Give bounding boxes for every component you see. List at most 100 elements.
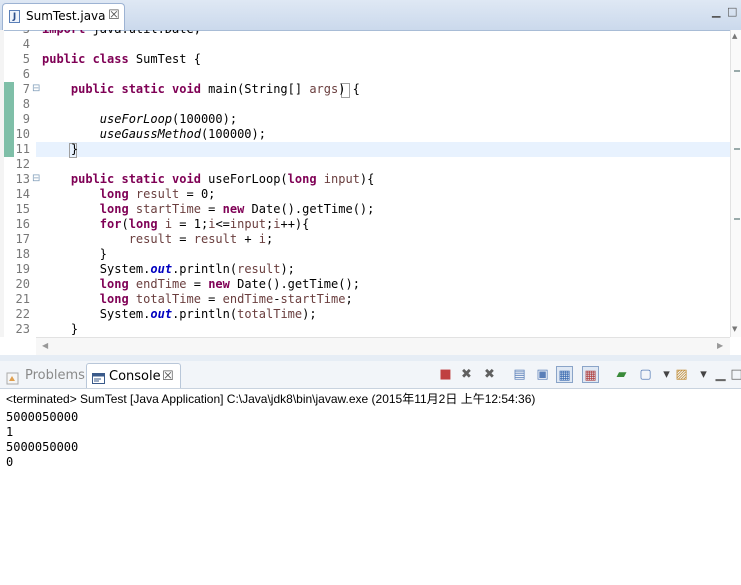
maximize-view-icon[interactable]: □ — [728, 366, 741, 383]
close-icon[interactable]: ☒ — [108, 8, 120, 23]
console-icon — [92, 369, 105, 384]
console-output[interactable]: 5000050000 1 5000050000 0 — [6, 410, 78, 470]
terminate-icon[interactable]: ■ — [437, 366, 454, 383]
code-token: long — [99, 292, 136, 306]
code-token: <= — [215, 217, 230, 231]
code-line[interactable]: } — [42, 322, 78, 337]
tab-console[interactable]: Console ☒ — [86, 363, 181, 388]
line-number: 6 — [22, 67, 30, 81]
code-token: .println( — [172, 262, 238, 276]
remove-launch-icon[interactable]: ✖ — [458, 366, 475, 383]
minimize-view-icon[interactable]: ▁ — [712, 366, 729, 383]
line-number: 10 — [15, 127, 30, 141]
code-line[interactable]: public static void useForLoop(long input… — [42, 172, 374, 187]
clear-console-icon[interactable]: ▤ — [511, 366, 528, 383]
remove-all-terminated-icon[interactable]: ✖ — [481, 366, 498, 383]
code-token: } — [42, 322, 79, 336]
open-console-icon[interactable]: ▨ — [673, 366, 690, 383]
scroll-left-icon[interactable]: ◀ — [42, 341, 48, 350]
scroll-right-icon[interactable]: ▶ — [717, 341, 723, 350]
java-editor[interactable]: J SumTest.java ☒ ▁ □ 34567⊟8910111213⊟14… — [0, 0, 741, 356]
line-number: 16 — [15, 217, 30, 231]
code-token: long — [128, 217, 165, 231]
code-token: = — [200, 292, 223, 306]
open-console-dropdown-icon[interactable]: ▾ — [695, 366, 712, 383]
code-token: = — [200, 202, 223, 216]
display-selected-console-icon[interactable]: ▢ — [637, 366, 654, 383]
code-line[interactable]: useGaussMethod(100000); — [42, 127, 266, 142]
current-line-highlight — [36, 142, 730, 157]
code-token: Date().getTime(); — [237, 277, 360, 291]
editor-tab-sumtest[interactable]: J SumTest.java ☒ — [2, 3, 125, 30]
show-on-output-icon[interactable]: ▦ — [556, 366, 573, 383]
fold-collapse-icon[interactable]: ⊟ — [32, 83, 40, 94]
fold-collapse-icon[interactable]: ⊟ — [32, 173, 40, 184]
code-token: main(String[] — [208, 82, 310, 96]
editor-tab-label: SumTest.java — [26, 9, 106, 23]
code-token: ( — [121, 217, 129, 231]
tab-problems[interactable]: Problems — [4, 363, 85, 388]
code-token: for — [99, 217, 122, 231]
scroll-up-icon[interactable]: ▲ — [732, 32, 737, 40]
console-output-line: 5000050000 — [6, 440, 79, 454]
line-number: 19 — [15, 262, 30, 276]
code-token: public static void — [42, 82, 209, 96]
scroll-lock-icon[interactable]: ▣ — [534, 366, 551, 383]
code-token: public static void — [42, 172, 209, 186]
overview-ruler-mark[interactable] — [734, 70, 740, 72]
show-on-error-icon[interactable]: ▦ — [582, 366, 599, 383]
code-token: out — [150, 262, 173, 276]
code-line[interactable]: for(long i = 1;i<=input;i++){ — [42, 217, 310, 232]
code-token: ) { — [338, 82, 360, 96]
overview-ruler-mark[interactable] — [734, 218, 740, 220]
code-line[interactable]: } — [42, 142, 78, 157]
console-output-line: 5000050000 — [6, 410, 79, 424]
tab-problems-label: Problems — [25, 368, 85, 383]
code-token: out — [150, 307, 173, 321]
code-token: long — [99, 187, 136, 201]
code-token: = — [172, 232, 194, 246]
code-token: } — [42, 247, 108, 261]
code-line[interactable]: public static void main(String[] args) { — [42, 82, 360, 97]
code-token: ; — [266, 232, 274, 246]
editor-horizontal-scrollbar[interactable]: ◀ ▶ — [36, 337, 730, 356]
overview-ruler-mark[interactable] — [734, 148, 740, 150]
maximize-icon[interactable]: □ — [727, 5, 737, 18]
code-token: args — [309, 82, 339, 96]
code-line[interactable]: long startTime = new Date().getTime(); — [42, 202, 375, 217]
code-token: result — [237, 262, 281, 276]
code-line[interactable]: useForLoop(100000); — [42, 112, 237, 127]
code-token: public class — [42, 52, 136, 66]
code-token: = 0; — [179, 187, 216, 201]
code-token: new — [222, 202, 252, 216]
code-line[interactable]: public class SumTest { — [42, 52, 201, 67]
code-line[interactable]: System.out.println(totalTime); — [42, 307, 317, 322]
console-process-status: <terminated> SumTest [Java Application] … — [6, 392, 536, 406]
code-token: ); — [280, 262, 295, 276]
line-number: 11 — [15, 142, 30, 156]
editor-vertical-scrollbar[interactable]: ▲ ▼ — [730, 30, 741, 337]
code-line[interactable]: System.out.println(result); — [42, 262, 295, 277]
close-icon[interactable]: ☒ — [162, 364, 174, 389]
console-output-line: 1 — [6, 425, 14, 439]
editor-text-area[interactable]: 34567⊟8910111213⊟14151617181920212223 im… — [0, 30, 741, 337]
code-line[interactable]: } — [42, 247, 107, 262]
code-line[interactable]: result = result + i; — [42, 232, 274, 247]
scroll-down-icon[interactable]: ▼ — [732, 325, 737, 333]
minimize-icon[interactable]: ▁ — [712, 5, 720, 18]
line-number: 23 — [15, 322, 30, 336]
code-line[interactable]: long result = 0; — [42, 187, 216, 202]
code-line[interactable]: import java.util.Date; — [42, 30, 201, 37]
code-token: endTime — [135, 277, 187, 291]
line-number: 17 — [15, 232, 30, 246]
code-token: startTime — [135, 202, 201, 216]
code-token: long — [287, 172, 324, 186]
code-line[interactable]: long endTime = new Date().getTime(); — [42, 277, 360, 292]
code-token: i — [164, 217, 173, 231]
code-line[interactable]: long totalTime = endTime-startTime; — [42, 292, 353, 307]
pin-console-icon[interactable]: ▰ — [613, 366, 630, 383]
